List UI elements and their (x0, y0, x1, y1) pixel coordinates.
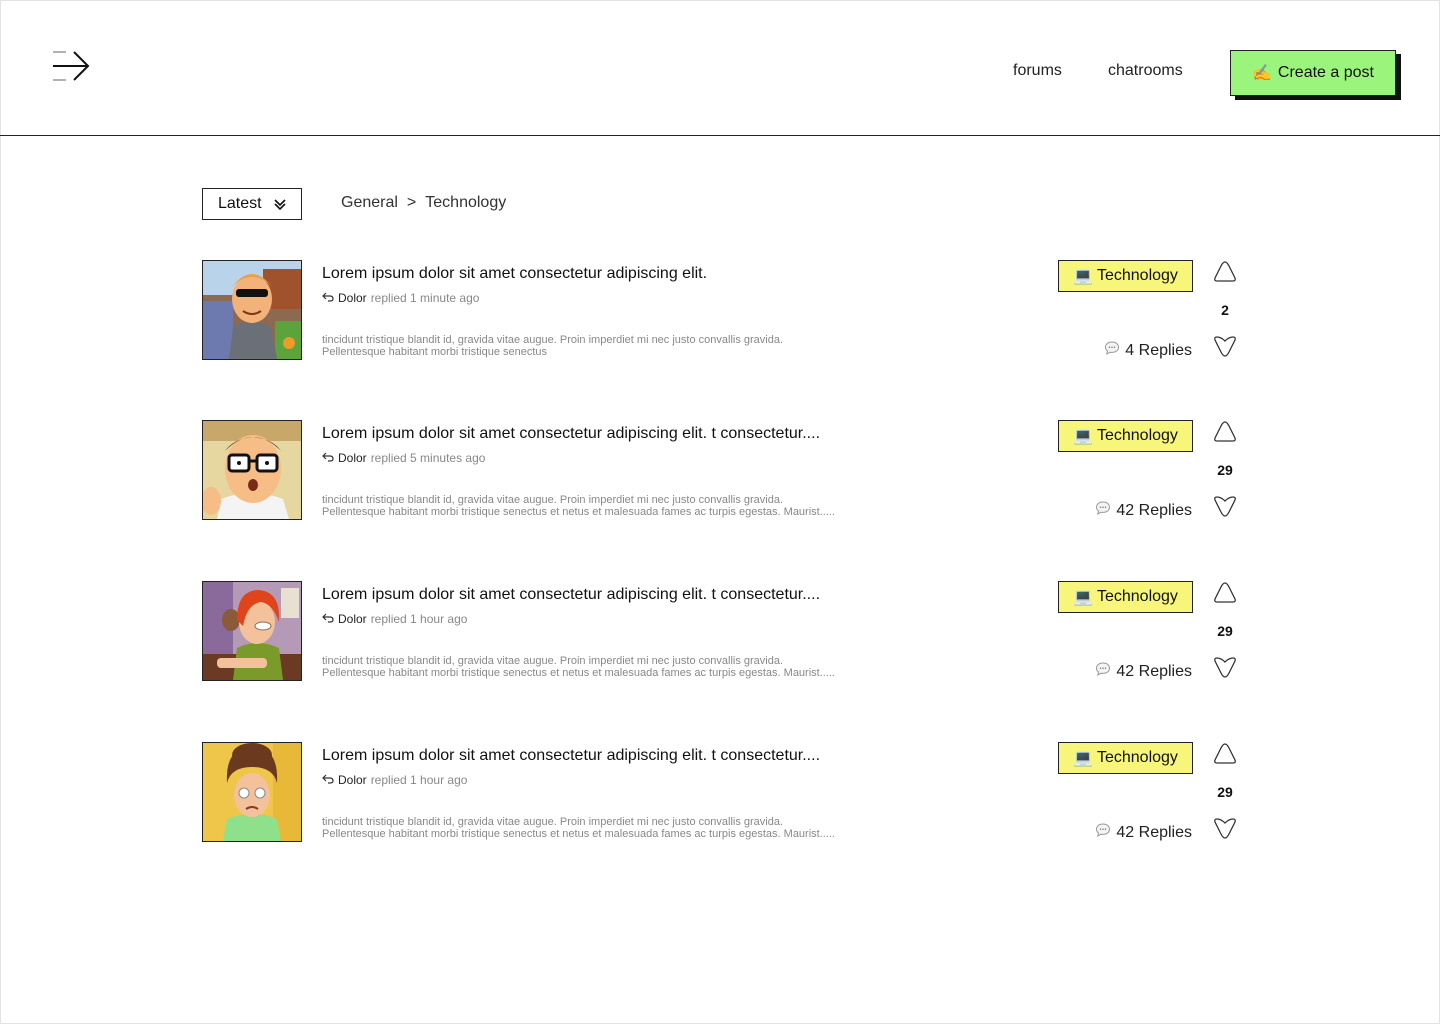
avatar[interactable] (202, 420, 302, 520)
post-meta: Dolor replied 1 hour ago (322, 773, 467, 787)
vote-count: 2 (1221, 302, 1229, 318)
post-excerpt: tincidunt tristique blandit id, gravida … (322, 655, 922, 679)
post-author[interactable]: Dolor (338, 291, 367, 305)
post-meta: Dolor replied 5 minutes ago (322, 451, 485, 465)
replies-label: 42 Replies (1116, 823, 1192, 841)
speech-bubble-icon (1104, 340, 1120, 361)
speech-bubble-icon (1095, 500, 1111, 521)
top-header: forums chatrooms ✍️ Create a post (0, 0, 1440, 136)
avatar[interactable] (202, 260, 302, 360)
reply-arrow-icon (322, 773, 334, 787)
tag-label: Technology (1096, 427, 1178, 444)
speech-bubble-icon (1095, 822, 1111, 843)
upvote-icon[interactable] (1213, 581, 1237, 605)
post-activity: replied 5 minutes ago (370, 451, 486, 465)
sort-dropdown[interactable]: Latest (202, 188, 302, 220)
reply-arrow-icon (322, 291, 334, 305)
post-activity: replied 1 minute ago (370, 291, 480, 305)
post-meta: Dolor replied 1 hour ago (322, 612, 467, 626)
tag-label: Technology (1096, 749, 1178, 766)
post-title[interactable]: Lorem ipsum dolor sit amet consectetur a… (322, 265, 707, 283)
nav-chatrooms-link[interactable]: chatrooms (1108, 62, 1183, 80)
downvote-icon[interactable] (1213, 816, 1237, 840)
upvote-icon[interactable] (1213, 420, 1237, 444)
post-meta: Dolor replied 1 minute ago (322, 291, 479, 305)
excerpt-line: tincidunt tristique blandit id, gravida … (322, 494, 784, 506)
sort-dropdown-value: Latest (218, 195, 262, 212)
excerpt-line: tincidunt tristique blandit id, gravida … (322, 655, 784, 667)
writing-hand-icon: ✍️ (1252, 65, 1272, 82)
laptop-icon: 💻 (1073, 428, 1093, 445)
create-post-button[interactable]: ✍️ Create a post (1230, 50, 1396, 96)
post-author[interactable]: Dolor (338, 612, 367, 626)
post-activity: replied 1 hour ago (370, 773, 468, 787)
downvote-icon[interactable] (1213, 655, 1237, 679)
breadcrumb-general[interactable]: General (341, 194, 398, 212)
post-activity: replied 1 hour ago (370, 612, 468, 626)
replies-count[interactable]: 42 Replies (1095, 661, 1192, 682)
vote-count: 29 (1217, 462, 1233, 478)
post-row[interactable]: Lorem ipsum dolor sit amet consectetur a… (202, 260, 1242, 360)
replies-label: 42 Replies (1116, 662, 1192, 680)
tag-label: Technology (1096, 267, 1178, 284)
avatar[interactable] (202, 742, 302, 842)
downvote-icon[interactable] (1213, 494, 1237, 518)
menu-toggle-icon[interactable] (50, 48, 92, 84)
laptop-icon: 💻 (1073, 268, 1093, 285)
breadcrumb-current: Technology (425, 194, 507, 211)
excerpt-line: Pellentesque habitant morbi tristique se… (322, 828, 835, 840)
excerpt-line: Pellentesque habitant morbi tristique se… (322, 346, 548, 358)
breadcrumb: General > Technology (341, 194, 506, 212)
post-title[interactable]: Lorem ipsum dolor sit amet consectetur a… (322, 425, 820, 443)
post-title[interactable]: Lorem ipsum dolor sit amet consectetur a… (322, 586, 820, 604)
vote-count: 29 (1217, 784, 1233, 800)
upvote-icon[interactable] (1213, 260, 1237, 284)
post-row[interactable]: Lorem ipsum dolor sit amet consectetur a… (202, 742, 1242, 842)
post-row[interactable]: Lorem ipsum dolor sit amet consectetur a… (202, 581, 1242, 681)
excerpt-line: Pellentesque habitant morbi tristique se… (322, 506, 835, 518)
create-post-label: Create a post (1277, 64, 1374, 81)
replies-label: 42 Replies (1116, 501, 1192, 519)
excerpt-line: Pellentesque habitant morbi tristique se… (322, 667, 835, 679)
speech-bubble-icon (1095, 661, 1111, 682)
replies-count[interactable]: 4 Replies (1104, 340, 1192, 361)
replies-count[interactable]: 42 Replies (1095, 822, 1192, 843)
laptop-icon: 💻 (1073, 589, 1093, 606)
category-tag[interactable]: 💻 Technology (1058, 581, 1193, 613)
category-tag[interactable]: 💻 Technology (1058, 260, 1193, 292)
post-excerpt: tincidunt tristique blandit id, gravida … (322, 816, 922, 840)
nav-forums-link[interactable]: forums (1013, 62, 1062, 80)
reply-arrow-icon (322, 612, 334, 626)
excerpt-line: tincidunt tristique blandit id, gravida … (322, 334, 784, 346)
excerpt-line: tincidunt tristique blandit id, gravida … (322, 816, 784, 828)
downvote-icon[interactable] (1213, 334, 1237, 358)
tag-label: Technology (1096, 588, 1178, 605)
category-tag[interactable]: 💻 Technology (1058, 742, 1193, 774)
post-author[interactable]: Dolor (338, 451, 367, 465)
post-row[interactable]: Lorem ipsum dolor sit amet consectetur a… (202, 420, 1242, 520)
reply-arrow-icon (322, 451, 334, 465)
vote-count: 29 (1217, 623, 1233, 639)
laptop-icon: 💻 (1073, 750, 1093, 767)
breadcrumb-separator: > (406, 194, 417, 211)
replies-count[interactable]: 42 Replies (1095, 500, 1192, 521)
upvote-icon[interactable] (1213, 742, 1237, 766)
post-excerpt: tincidunt tristique blandit id, gravida … (322, 334, 922, 358)
double-chevron-down-icon (273, 197, 287, 216)
post-excerpt: tincidunt tristique blandit id, gravida … (322, 494, 922, 518)
post-title[interactable]: Lorem ipsum dolor sit amet consectetur a… (322, 747, 820, 765)
category-tag[interactable]: 💻 Technology (1058, 420, 1193, 452)
avatar[interactable] (202, 581, 302, 681)
post-author[interactable]: Dolor (338, 773, 367, 787)
replies-label: 4 Replies (1125, 341, 1192, 359)
